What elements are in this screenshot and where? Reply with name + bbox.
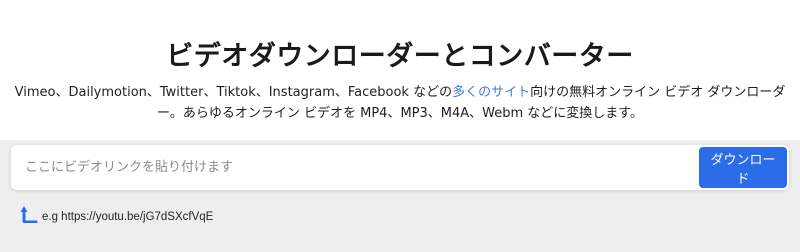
page-description: Vimeo、Dailymotion、Twitter、Tiktok、Instagr… [10,82,790,124]
download-button[interactable]: ダウンロード [699,147,787,188]
page: ビデオダウンローダーとコンバーター Vimeo、Dailymotion、Twit… [0,0,800,252]
example-url-text: e.g https://youtu.be/jG7dSXcfVqE [42,211,214,223]
example-hint: e.g https://youtu.be/jG7dSXcfVqE [20,203,213,223]
description-text-start: Vimeo、Dailymotion、Twitter、Tiktok、Instagr… [14,85,453,100]
many-sites-link[interactable]: 多くのサイト [452,85,530,100]
curved-arrow-up-icon [20,203,38,223]
url-input-box: ダウンロード [11,145,789,190]
video-url-input[interactable] [11,145,691,190]
page-title: ビデオダウンローダーとコンバーター [166,41,634,72]
